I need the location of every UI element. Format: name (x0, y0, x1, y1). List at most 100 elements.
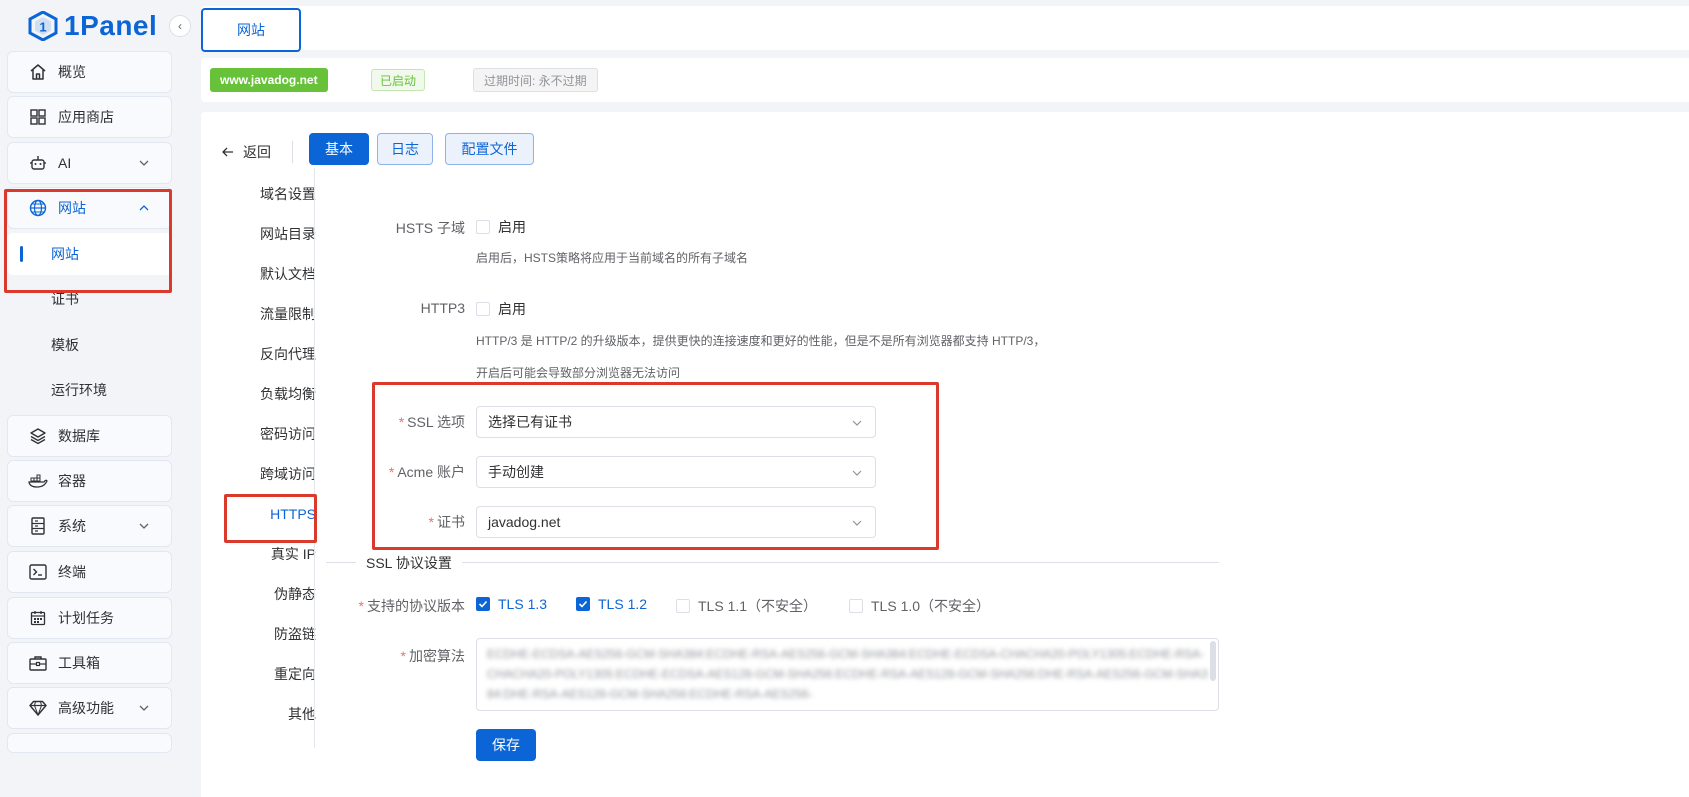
sidebar-item-label: 应用商店 (58, 109, 114, 125)
certificate-select[interactable]: javadog.net (476, 506, 876, 538)
subnav-password-access[interactable]: 密码访问 (260, 414, 316, 454)
chevron-left-icon: ‹ (178, 19, 182, 33)
robot-icon (28, 153, 48, 173)
sidebar-item-terminal[interactable]: 终端 (7, 551, 172, 593)
subnav-rewrite[interactable]: 伪静态 (274, 574, 316, 614)
subnav-real-ip[interactable]: 真实 IP (271, 534, 316, 574)
back-button[interactable]: 返回 (221, 140, 271, 164)
subnav-redirect[interactable]: 重定向 (274, 654, 316, 694)
check-icon (478, 600, 488, 608)
docker-icon (28, 471, 48, 491)
acme-account-text: Acme 账户 (397, 464, 465, 480)
tab-config-button[interactable]: 配置文件 (445, 133, 534, 165)
tab-bar: 网站 (201, 6, 1689, 52)
required-mark: * (400, 648, 406, 664)
http3-checkbox[interactable]: 启用 (476, 299, 526, 319)
subnav-reverse-proxy[interactable]: 反向代理 (260, 334, 316, 374)
checkbox-label: 启用 (498, 219, 526, 235)
app-logo[interactable]: 1 1Panel (28, 6, 157, 46)
sidebar-item-ai[interactable]: AI (7, 142, 172, 184)
checkbox-box (849, 599, 863, 613)
subnav-https[interactable]: HTTPS (270, 494, 316, 534)
tab-log-button[interactable]: 日志 (377, 133, 433, 165)
required-mark: * (428, 514, 434, 530)
sidebar-item-label: 终端 (58, 564, 86, 580)
select-value: 手动创建 (488, 464, 544, 480)
subnav-divider (314, 168, 315, 748)
sidebar-item-overview[interactable]: 概览 (7, 51, 172, 93)
hsts-subdomain-checkbox[interactable]: 启用 (476, 217, 526, 237)
back-label: 返回 (243, 144, 271, 160)
chevron-down-icon (139, 523, 149, 529)
ssl-protocol-divider-title: SSL 协议设置 (356, 553, 462, 573)
sidebar-item-label: 系统 (58, 518, 86, 534)
required-mark: * (398, 414, 405, 430)
ciphers-label: * 加密算法 (331, 646, 465, 666)
tab-log-label: 日志 (391, 141, 419, 157)
sidebar-item-cron[interactable]: 计划任务 (7, 597, 172, 639)
subnav-anti-leech[interactable]: 防盗链 (274, 614, 316, 654)
http3-help-line1: HTTP/3 是 HTTP/2 的升级版本，提供更快的连接速度和更好的性能，但是… (476, 334, 1046, 348)
save-button[interactable]: 保存 (476, 729, 536, 761)
sidebar-item-system[interactable]: 系统 (7, 505, 172, 547)
sidebar-subitem-label: 网站 (51, 246, 79, 262)
sidebar-item-more[interactable] (7, 733, 172, 753)
sidebar-collapse-button[interactable]: ‹ (169, 15, 191, 37)
checkbox-label: TLS 1.3 (498, 596, 548, 612)
required-mark: * (388, 464, 395, 480)
checkbox-box (676, 599, 690, 613)
sidebar-item-database[interactable]: 数据库 (7, 415, 172, 457)
subnav-default-doc[interactable]: 默认文档 (260, 254, 316, 294)
certificate-label: * 证书 (331, 512, 465, 532)
checkbox-label: TLS 1.1（不安全） (698, 598, 818, 614)
subnav-rate-limit[interactable]: 流量限制 (260, 294, 316, 334)
sidebar-subitem-certificate[interactable]: 证书 (7, 278, 172, 320)
chevron-down-icon (852, 520, 862, 526)
sidebar-subitem-template[interactable]: 模板 (7, 324, 172, 366)
chevron-down-icon (852, 470, 862, 476)
tls11-checkbox[interactable]: TLS 1.1（不安全） (676, 596, 817, 616)
terminal-icon (28, 562, 48, 582)
protocols-text: 支持的协议版本 (367, 598, 465, 614)
sidebar-item-website[interactable]: 网站 (7, 187, 172, 229)
status-badge: 已启动 (371, 69, 426, 91)
protocols-label: * 支持的协议版本 (331, 596, 465, 616)
tab-basic-button[interactable]: 基本 (309, 133, 369, 165)
server-icon (28, 516, 48, 536)
textarea-scrollbar[interactable] (1210, 641, 1216, 681)
sidebar-subitem-website[interactable]: 网站 (7, 233, 172, 275)
sidebar-item-advanced[interactable]: 高级功能 (7, 687, 172, 729)
subnav-cors[interactable]: 跨域访问 (260, 454, 316, 494)
tab-basic-label: 基本 (325, 141, 353, 157)
ciphers-value: ECDHE-ECDSA-AES256-GCM-SHA384:ECDHE-RSA-… (487, 647, 1208, 701)
svg-text:1: 1 (39, 20, 46, 35)
sidebar-item-app-store[interactable]: 应用商店 (7, 96, 172, 138)
subnav-load-balance[interactable]: 负载均衡 (260, 374, 316, 414)
required-mark: * (358, 598, 364, 614)
checkbox-box (576, 597, 590, 611)
subnav-directory[interactable]: 网站目录 (260, 214, 316, 254)
site-domain-tag[interactable]: www.javadog.net (210, 68, 328, 92)
site-info-bar: www.javadog.net 已启动 过期时间: 永不过期 (201, 58, 1689, 102)
ssl-option-select[interactable]: 选择已有证书 (476, 406, 876, 438)
acme-account-label: * Acme 账户 (331, 462, 465, 482)
sidebar-item-container[interactable]: 容器 (7, 460, 172, 502)
expire-badge: 过期时间: 永不过期 (473, 68, 598, 92)
toolbox-icon (28, 653, 48, 673)
tls10-checkbox[interactable]: TLS 1.0（不安全） (849, 596, 990, 616)
globe-icon (28, 198, 48, 218)
sidebar-subitem-runtime[interactable]: 运行环境 (7, 369, 172, 411)
tls12-checkbox[interactable]: TLS 1.2 (576, 596, 647, 612)
tab-website[interactable]: 网站 (201, 8, 301, 52)
sidebar-item-label: 概览 (58, 64, 86, 80)
subnav-other[interactable]: 其他 (288, 694, 316, 734)
certificate-text: 证书 (437, 514, 465, 530)
sidebar-item-toolbox[interactable]: 工具箱 (7, 642, 172, 684)
tls13-checkbox[interactable]: TLS 1.3 (476, 596, 547, 612)
acme-account-select[interactable]: 手动创建 (476, 456, 876, 488)
ciphers-textarea[interactable]: ECDHE-ECDSA-AES256-GCM-SHA384:ECDHE-RSA-… (476, 638, 1219, 711)
chevron-down-icon (139, 160, 149, 166)
sidebar-subitem-label: 模板 (51, 337, 79, 353)
subnav-domain[interactable]: 域名设置 (260, 174, 316, 214)
grid-icon (28, 107, 48, 127)
